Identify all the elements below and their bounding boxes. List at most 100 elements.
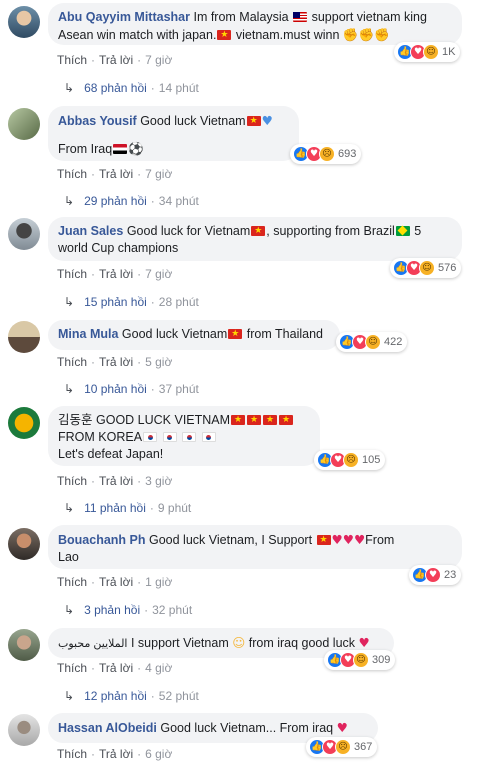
reaction-count: 367 [354, 741, 373, 753]
comment-author[interactable]: Mina Mula [58, 327, 118, 341]
reaction-count: 23 [444, 569, 457, 581]
vietnam-flag-icon [263, 412, 278, 429]
comment-text: Good luck for Vietnam [126, 224, 251, 238]
view-replies[interactable]: ↳ 11 phản hồi · 9 phút [64, 501, 191, 515]
replies-count[interactable]: 10 phản hồi [84, 382, 147, 396]
iraq-flag-icon [113, 144, 128, 154]
reply-link[interactable]: Trả lời [99, 661, 133, 675]
comment-timestamp[interactable]: 7 giờ [145, 53, 172, 67]
view-replies[interactable]: ↳ 15 phản hồi · 28 phút [64, 295, 199, 309]
replies-count[interactable]: 3 phản hồi [84, 603, 140, 617]
comment-text: support vietnam king [311, 10, 427, 24]
avatar[interactable] [8, 108, 40, 140]
comment-author[interactable]: Juan Sales [58, 224, 123, 238]
comment-actions: Thích · Trả lời · 7 giờ [57, 167, 173, 181]
red-heart-icon: ♥ [336, 720, 348, 735]
replies-timestamp: 14 phút [158, 81, 199, 95]
avatar[interactable] [8, 629, 40, 661]
reply-link[interactable]: Trả lời [99, 267, 133, 281]
comment-timestamp[interactable]: 5 giờ [145, 355, 172, 369]
reaction-summary[interactable]: 👍 ♥ 23 [409, 565, 462, 585]
comment-timestamp[interactable]: 6 giờ [145, 747, 172, 761]
like-link[interactable]: Thích [57, 474, 87, 488]
vietnam-flag-icon [231, 412, 246, 429]
vietnam-flag-icon [279, 412, 294, 429]
heart-eyes-icon: ♥ [358, 635, 370, 650]
comment-timestamp[interactable]: 3 giờ [145, 474, 172, 488]
reply-link[interactable]: Trả lời [99, 53, 133, 67]
avatar[interactable] [8, 6, 40, 38]
reply-link[interactable]: Trả lời [99, 474, 133, 488]
avatar[interactable] [8, 714, 40, 746]
view-replies[interactable]: ↳ 29 phản hồi · 34 phút [64, 194, 199, 208]
like-link[interactable]: Thích [57, 267, 87, 281]
like-link[interactable]: Thích [57, 575, 87, 589]
like-link[interactable]: Thích [57, 661, 87, 675]
replies-count[interactable]: 68 phản hồi [84, 81, 147, 95]
replies-count[interactable]: 11 phản hồi [84, 501, 146, 515]
comment-actions: Thích · Trả lời · 7 giờ [57, 53, 173, 67]
reply-arrow-icon: ↳ [64, 689, 75, 703]
reply-arrow-icon: ↳ [64, 603, 75, 617]
brazil-flag-icon [395, 226, 410, 236]
comment-bubble: Abu Qayyim Mittashar Im from Malaysia su… [48, 3, 462, 45]
comment-author[interactable]: Bouachanh Ph [58, 533, 146, 547]
comment-author[interactable]: الملايين محبوب [58, 638, 128, 650]
reaction-summary[interactable]: 👍 ♥ ☺ 309 [324, 650, 396, 670]
replies-count[interactable]: 12 phản hồi [84, 689, 147, 703]
comment-text: Im from Malaysia [193, 10, 289, 24]
view-replies[interactable]: ↳ 68 phản hồi · 14 phút [64, 81, 199, 95]
vietnam-flag-icon [316, 532, 331, 549]
vietnam-flag-icon [246, 113, 261, 130]
comment-timestamp[interactable]: 7 giờ [145, 167, 172, 181]
comment-timestamp[interactable]: 4 giờ [145, 661, 172, 675]
reaction-summary[interactable]: 👍 ♥ ☺ 1K [394, 42, 461, 62]
comment-actions: Thích · Trả lời · 6 giờ [57, 747, 173, 761]
comment-author[interactable]: Abbas Yousif [58, 114, 137, 128]
replies-count[interactable]: 15 phản hồi [84, 295, 147, 309]
reaction-summary[interactable]: 👍 ♥ ☹ 693 [290, 144, 362, 164]
love-reaction-icon: ♥ [425, 567, 441, 583]
reply-arrow-icon: ↳ [64, 382, 75, 396]
comment-bubble: Mina Mula Good luck Vietnam from Thailan… [48, 320, 340, 350]
view-replies[interactable]: ↳ 3 phản hồi · 32 phút [64, 603, 192, 617]
like-link[interactable]: Thích [57, 53, 87, 67]
comment-author[interactable]: 김동훈 [58, 413, 93, 427]
replies-count[interactable]: 29 phản hồi [84, 194, 147, 208]
reaction-count: 576 [438, 262, 457, 274]
reply-arrow-icon: ↳ [64, 194, 75, 208]
reaction-summary[interactable]: 👍 ♥ ☺ 576 [390, 258, 462, 278]
avatar[interactable] [8, 407, 40, 439]
like-link[interactable]: Thích [57, 747, 87, 761]
comment-timestamp[interactable]: 7 giờ [145, 267, 172, 281]
reply-link[interactable]: Trả lời [99, 747, 133, 761]
malaysia-flag-icon [293, 12, 308, 22]
like-link[interactable]: Thích [57, 355, 87, 369]
view-replies[interactable]: ↳ 12 phản hồi · 52 phút [64, 689, 199, 703]
reply-link[interactable]: Trả lời [99, 355, 133, 369]
comment-timestamp[interactable]: 1 giờ [145, 575, 172, 589]
avatar[interactable] [8, 321, 40, 353]
comment-actions: Thích · Trả lời · 4 giờ [57, 661, 173, 675]
korea-flag-icon [182, 432, 197, 442]
reaction-count: 309 [372, 654, 391, 666]
reaction-summary[interactable]: 👍 ♥ ☹ 367 [306, 737, 378, 757]
view-replies[interactable]: ↳ 10 phản hồi · 37 phút [64, 382, 199, 396]
reply-link[interactable]: Trả lời [99, 167, 133, 181]
reaction-summary[interactable]: 👍 ♥ ☺ 422 [336, 332, 408, 352]
avatar[interactable] [8, 528, 40, 560]
comment-text: Good luck Vietnam [121, 327, 228, 341]
comment-text: from Thailand [246, 327, 323, 341]
korea-flag-icon [201, 432, 216, 442]
comment-author[interactable]: Abu Qayyim Mittashar [58, 10, 190, 24]
comment-text: Let's defeat Japan! [58, 447, 164, 461]
avatar[interactable] [8, 218, 40, 250]
like-link[interactable]: Thích [57, 167, 87, 181]
reply-arrow-icon: ↳ [64, 295, 75, 309]
comment-author[interactable]: Hassan AlObeidi [58, 721, 157, 735]
reaction-count: 422 [384, 336, 403, 348]
reaction-summary[interactable]: 👍 ♥ ☹ 105 [314, 450, 386, 470]
comment-bubble: Juan Sales Good luck for Vietnam , suppor… [48, 217, 462, 261]
vietnam-flag-icon [247, 412, 262, 429]
reply-link[interactable]: Trả lời [99, 575, 133, 589]
